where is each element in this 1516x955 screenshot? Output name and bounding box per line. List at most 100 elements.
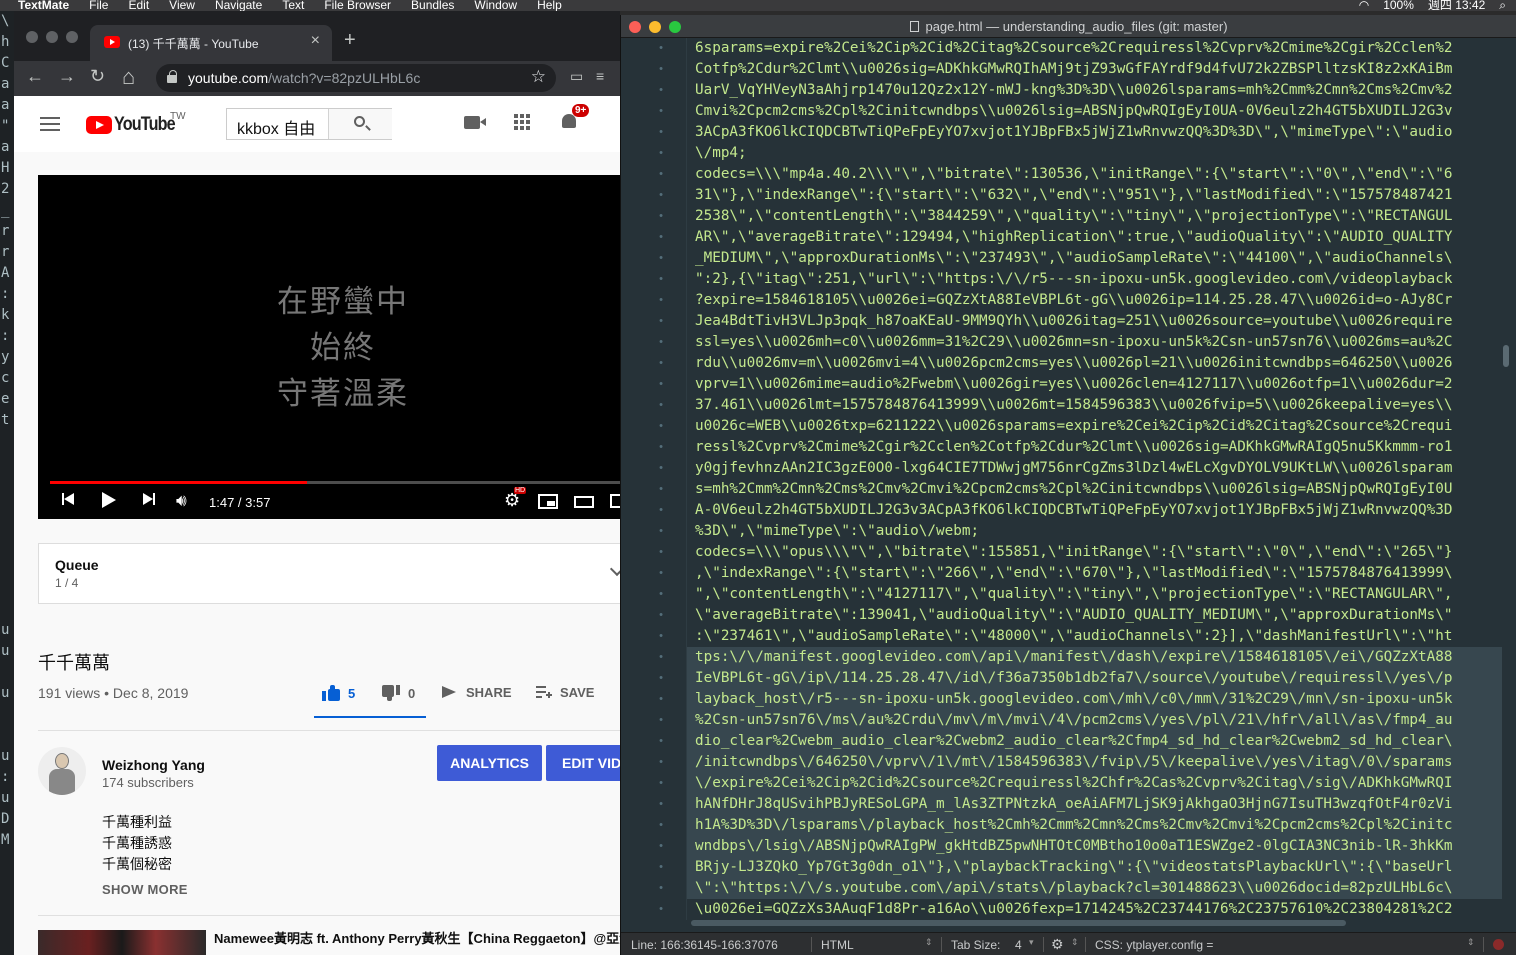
code-line[interactable]: \/expire%2Cei%2Cip%2Cid%2Csource%2Crequi… — [687, 773, 1502, 794]
code-line[interactable]: 37.461\\u0026lmt=1575784876413999\\u0026… — [687, 395, 1502, 416]
bookmark-star-icon[interactable]: ☆ — [531, 67, 546, 87]
code-line[interactable]: :\"237461\",\"audioSampleRate\":\"48000\… — [687, 626, 1502, 647]
settings-gear-icon[interactable]: ⚙ HD — [504, 487, 527, 511]
notifications-bell-icon[interactable]: 9+ — [560, 104, 590, 132]
code-line[interactable]: s=mh%2Cmm%2Cmn%2Cms%2Cmv%2Cmvi%2Cpcm2cms… — [687, 479, 1502, 500]
channel-name[interactable]: Weizhong Yang — [102, 757, 205, 773]
edit-video-button[interactable]: EDIT VIDEO — [546, 745, 620, 781]
code-editor[interactable]: 6sparams=expire%2Cei%2Cip%2Cid%2Citag%2C… — [687, 38, 1502, 920]
code-line[interactable]: \/mp4; — [687, 143, 1502, 164]
fullscreen-icon[interactable] — [610, 494, 620, 508]
search-button[interactable] — [328, 109, 392, 139]
chevron-down-icon[interactable] — [609, 561, 620, 577]
tab-close-icon[interactable]: × — [311, 32, 320, 50]
forward-button[interactable]: → — [58, 66, 76, 87]
tm-close-button[interactable] — [629, 21, 641, 33]
code-line[interactable]: u0026c=WEB\\u0026txp=6211222\\u0026spara… — [687, 416, 1502, 437]
background-terminal[interactable]: \ h Ca a " a H 2 _ r r A: k: y c e t u u u u: u D M — [0, 11, 14, 955]
scope-selector[interactable]: CSS: ytplayer.config = — [1095, 938, 1213, 952]
theater-mode-icon[interactable] — [574, 496, 594, 508]
analytics-button[interactable]: ANALYTICS — [437, 745, 542, 781]
code-line[interactable]: ",\"contentLength\":\"4127117\",\"qualit… — [687, 584, 1502, 605]
menu-file-browser[interactable]: File Browser — [324, 0, 391, 11]
miniplayer-icon[interactable] — [538, 494, 558, 509]
wifi-icon[interactable]: ◠ — [1359, 0, 1369, 11]
code-line[interactable]: \u0026ei=GQZzXs3AAuqF1d8Pr-a16Ao\\u0026f… — [687, 899, 1502, 920]
lock-icon[interactable] — [167, 70, 177, 83]
cursor-position[interactable]: Line: 166:36145-166:37076 — [631, 938, 778, 952]
code-line[interactable]: ":2},{\"itag\":251,\"url\":\"https:\/\/r… — [687, 269, 1502, 290]
tm-zoom-button[interactable] — [669, 21, 681, 33]
code-line[interactable]: A-0V6eulz2h4GT5bXUDILJ2G3v3ACpA3fKO6lkCI… — [687, 500, 1502, 521]
line-gutter[interactable]: • • • • • • • • • • • • • • • • • • • • • • • • • • • • • • • • • • • • • • • •… — [621, 38, 687, 920]
browser-tab-youtube[interactable]: (13) 千千萬萬 - YouTube × — [90, 25, 332, 61]
tab-size-chevron-icon[interactable]: ▾ — [1029, 937, 1034, 948]
code-line[interactable]: y0gjfevhnzAAn2IC3gzE0O0-lxg64CIE7TDWwjgM… — [687, 458, 1502, 479]
play-icon[interactable] — [102, 492, 116, 508]
progress-bar[interactable] — [50, 481, 620, 484]
menu-window[interactable]: Window — [474, 0, 517, 11]
window-zoom-button[interactable] — [66, 31, 78, 43]
macro-record-icon[interactable] — [1493, 939, 1504, 950]
code-line[interactable]: ressl%2Cvprv%2Cmime%2Cgir%2Cclen%2Cotfp%… — [687, 437, 1502, 458]
video-player[interactable]: 在野蠻中 始終 守著溫柔 🔊︎ 1:47 / 3:57 ⚙ HD — [38, 175, 620, 519]
horizontal-scrollbar[interactable] — [687, 919, 1502, 927]
gear-icon[interactable]: ⚙ — [1051, 936, 1064, 953]
search-input[interactable]: kkbox 自由 — [237, 115, 315, 139]
menu-edit[interactable]: Edit — [128, 0, 149, 11]
menu-help[interactable]: Help — [537, 0, 562, 11]
home-button[interactable]: ⌂ — [122, 64, 135, 90]
reload-button[interactable]: ↻ — [90, 66, 105, 87]
menu-file[interactable]: File — [89, 0, 108, 11]
tm-minimize-button[interactable] — [649, 21, 661, 33]
code-line[interactable]: _MEDIUM\",\"approxDurationMs\":\"237493\… — [687, 248, 1502, 269]
code-line[interactable]: dio_clear%2Cwebm_audio_clear%2Cwebm2_aud… — [687, 731, 1502, 752]
code-line[interactable]: codecs=\\\"opus\\\"\",\"bitrate\":155851… — [687, 542, 1502, 563]
code-line[interactable]: vprv=1\\u0026mime=audio%2Fwebm\\u0026gir… — [687, 374, 1502, 395]
menu-navigate[interactable]: Navigate — [215, 0, 262, 11]
volume-icon[interactable]: 🔊︎ — [176, 491, 187, 511]
spotlight-icon[interactable]: ⌕ — [1499, 0, 1506, 11]
code-line[interactable]: Cmvi%2Cpcm2cms%2Cpl%2Cinitcwndbps\\u0026… — [687, 101, 1502, 122]
code-line[interactable]: tps:\/\/manifest.googlevideo.com\/api\/m… — [687, 647, 1502, 668]
code-line[interactable]: /initcwndbps\/646250\/vprv\/1\/mt\/15845… — [687, 752, 1502, 773]
code-line[interactable]: 6sparams=expire%2Cei%2Cip%2Cid%2Citag%2C… — [687, 38, 1502, 59]
code-line[interactable]: rdu\\u0026mv=m\\u0026mvi=4\\u0026pcm2cms… — [687, 353, 1502, 374]
queue-panel[interactable]: Queue 1 / 4 — [38, 543, 620, 604]
code-line[interactable]: 2538\",\"contentLength\":\"3844259\",\"q… — [687, 206, 1502, 227]
hamburger-menu-icon[interactable] — [40, 117, 60, 131]
dislike-button[interactable]: 0 — [382, 685, 415, 701]
code-line[interactable]: h1A%3D%3D\/lsparams\/playback_host%2Cmh%… — [687, 815, 1502, 836]
code-line[interactable]: IeVBPL6t-gG\/ip\/114.25.28.47\/id\/f36a7… — [687, 668, 1502, 689]
tab-size-value[interactable]: 4 — [1015, 938, 1022, 952]
code-line[interactable]: \"averageBitrate\":139041,\"audioQuality… — [687, 605, 1502, 626]
code-line[interactable]: ?expire=1584618105\\u0026ei=GQZzXtA88IeV… — [687, 290, 1502, 311]
channel-avatar[interactable] — [38, 747, 86, 795]
code-line[interactable]: wndbps\/lsig\/ABSNjpQwRAIgPW_gkHtdBZ5pwN… — [687, 836, 1502, 857]
menu-bundles[interactable]: Bundles — [411, 0, 454, 11]
code-line[interactable]: %3D\",\"mimeType\":\"audio\/webm; — [687, 521, 1502, 542]
back-button[interactable]: ← — [26, 66, 44, 87]
battery-percent[interactable]: 100% — [1383, 0, 1414, 11]
like-button[interactable]: 5 — [322, 685, 355, 701]
syntax-selector[interactable]: HTML — [821, 938, 854, 952]
code-line[interactable]: hANfDHrJ8qUSvihPBJyRESoLGPA_m_lAs3ZTPNtz… — [687, 794, 1502, 815]
app-menu-textmate[interactable]: TextMate — [18, 0, 69, 11]
previous-icon[interactable] — [62, 493, 74, 505]
code-line[interactable]: AR\",\"averageBitrate\":129494,\"highRep… — [687, 227, 1502, 248]
code-line[interactable]: 3ACpA3fKO6lkCIQDCBTwTiQPeFpEyYO7xvjot1YJ… — [687, 122, 1502, 143]
scope-stepper-icon[interactable]: ⇕ — [1467, 937, 1475, 948]
code-line[interactable]: layback_host\/r5---sn-ipoxu-un5k.googlev… — [687, 689, 1502, 710]
window-close-button[interactable] — [26, 31, 38, 43]
related-video-thumbnail[interactable] — [38, 930, 206, 955]
menubar-clock[interactable]: 週四 13:42 — [1428, 0, 1485, 11]
code-line[interactable]: %2Csn-un57sn76\/ms\/au%2Crdu\/mv\/m\/mvi… — [687, 710, 1502, 731]
apps-grid-icon[interactable] — [514, 114, 530, 130]
code-line[interactable]: ,\"indexRange\":{\"start\":\"266\",\"end… — [687, 563, 1502, 584]
code-line[interactable]: codecs=\\\"mp4a.40.2\\\"\",\"bitrate\":1… — [687, 164, 1502, 185]
gear-stepper-icon[interactable]: ⇕ — [1071, 937, 1079, 948]
media-queue-icon[interactable]: ≡ — [596, 68, 604, 84]
share-button[interactable]: SHARE — [442, 685, 512, 700]
related-video-title[interactable]: Namewee黃明志 ft. Anthony Perry黃秋生【China Re… — [214, 930, 620, 947]
vertical-scrollbar[interactable] — [1503, 345, 1509, 367]
